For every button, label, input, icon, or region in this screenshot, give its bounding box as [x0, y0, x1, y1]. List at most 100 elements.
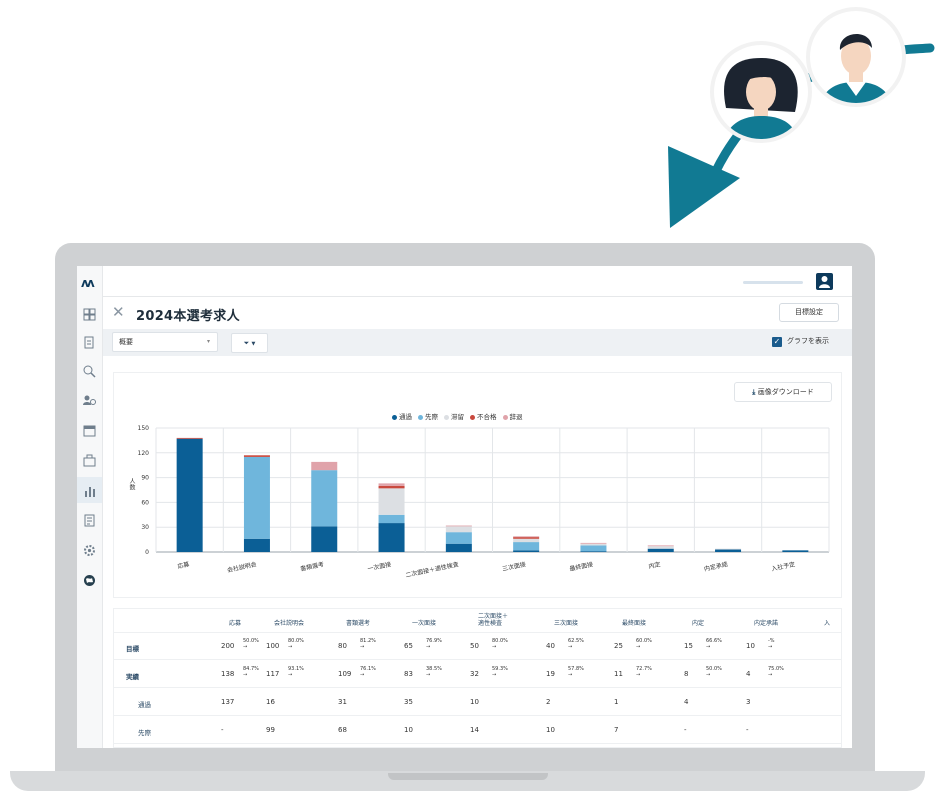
conversion-rate: 50.0% → — [243, 638, 259, 650]
view-select[interactable]: 概要 ▾ — [112, 332, 218, 352]
column-header: 会社説明会 — [274, 620, 305, 627]
bar-segment — [445, 532, 472, 544]
filter-button[interactable]: ⏷ ▼ — [231, 333, 268, 353]
close-icon[interactable]: ✕ — [112, 303, 125, 321]
arrow-right-icon: → — [426, 672, 431, 678]
search-placeholder-bar[interactable] — [743, 281, 803, 284]
bar-segment — [513, 550, 540, 552]
conversion-rate: 38.5% → — [426, 666, 442, 678]
bar-segment — [513, 538, 540, 543]
goal-settings-button[interactable]: 目標設定 — [779, 303, 839, 322]
bar-chart-icon[interactable] — [77, 477, 102, 503]
table-cell: 1 — [614, 698, 619, 706]
x-tick-label: 会社説明会 — [226, 560, 257, 574]
arrow-right-icon: → — [360, 672, 365, 678]
x-tick-label: 応募 — [177, 560, 190, 570]
bar-segment — [378, 514, 405, 524]
column-header: 内定承諾 — [754, 620, 779, 627]
row-label: 目標 — [126, 645, 139, 653]
column-header: 入 — [824, 620, 831, 627]
avatar-woman-icon — [710, 41, 812, 143]
table-cell: 50 — [470, 642, 479, 650]
top-bar — [103, 266, 852, 297]
table-cell: 4 — [684, 698, 689, 706]
filter-caret: ▼ — [251, 341, 256, 347]
y-tick-label: 0 — [145, 549, 149, 556]
table-cell: 4 — [746, 670, 751, 678]
bar-segment — [647, 546, 674, 549]
bar-segment — [445, 525, 472, 527]
table-cell: 68 — [338, 726, 347, 734]
conversion-rate: 76.9% → — [426, 638, 442, 650]
view-select-value: 概要 — [119, 338, 133, 346]
column-header: 内定 — [692, 620, 705, 627]
arrow-right-icon: → — [492, 644, 497, 650]
arrow-right-icon: → — [288, 644, 293, 650]
table-cell: 138 — [221, 670, 235, 678]
bar-segment — [176, 438, 203, 552]
table-cell: 109 — [338, 670, 352, 678]
bar-segment — [513, 542, 540, 551]
table-cell: 32 — [470, 670, 479, 678]
arrow-right-icon: → — [768, 672, 773, 678]
globe-icon[interactable] — [83, 574, 96, 587]
table-cell: 137 — [221, 698, 235, 706]
bar-segment — [311, 461, 338, 471]
briefcase-icon[interactable] — [83, 454, 96, 467]
bar-segment — [782, 550, 809, 552]
column-header: 応募 — [229, 620, 242, 627]
bar-segment — [378, 488, 405, 515]
table-cell: 99 — [266, 726, 275, 734]
users-icon[interactable] — [83, 394, 96, 407]
show-graph-checkbox[interactable]: ✓ — [772, 337, 782, 347]
table-row: 先際 - 99 68 10 14 10 7 - - — [114, 717, 841, 744]
avatar-man-icon — [806, 7, 906, 107]
table-cell: - — [684, 726, 687, 734]
arrow-right-icon: → — [492, 672, 497, 678]
chart-card: ⤓ 画像ダウンロード 通過 先際 滞留 不合格 辞退 人数 0 30 60 90 120 150 応… — [113, 372, 842, 598]
table-cell: 16 — [266, 698, 275, 706]
arrow-head-icon — [668, 146, 740, 228]
conversion-rate: 80.0% → — [288, 638, 304, 650]
conversion-rate: -% → — [768, 638, 775, 650]
y-tick-label: 120 — [138, 450, 150, 457]
table-cell: 3 — [746, 698, 751, 706]
conversion-rate: 81.2% → — [360, 638, 376, 650]
column-header: 最終面接 — [622, 620, 647, 627]
column-header: 書類選考 — [346, 620, 371, 627]
calendar-icon[interactable] — [83, 424, 96, 437]
column-header: 三次面接 — [554, 620, 579, 627]
dashboard-icon[interactable] — [83, 308, 96, 321]
user-account-button[interactable] — [816, 273, 833, 290]
search-person-icon[interactable] — [83, 365, 96, 378]
x-tick-label: 最終面接 — [569, 560, 594, 573]
bar-segment — [243, 538, 270, 552]
table-cell: 83 — [404, 670, 413, 678]
bar-segment — [243, 456, 270, 539]
bar-segment — [580, 551, 607, 552]
page-title: 2024本選考求人 — [136, 309, 240, 324]
app-logo: ᴧᴧ — [81, 276, 95, 290]
conversion-rate: 72.7% → — [636, 666, 652, 678]
table-cell: 15 — [684, 642, 693, 650]
conversion-rate: 60.0% → — [636, 638, 652, 650]
bar-segment — [513, 537, 540, 539]
conversion-rate: 84.7% → — [243, 666, 259, 678]
bar-segment — [311, 470, 338, 527]
bar-segment — [580, 542, 607, 544]
row-label: 通過 — [138, 701, 151, 709]
document-icon[interactable] — [83, 336, 96, 349]
funnel-table: 応募 会社説明会 書類選考 一次面接 二次面接＋ 適性検査 三次面接 最終面接 内定 内定承諾 入… — [113, 608, 842, 748]
gear-icon[interactable] — [83, 544, 96, 557]
conversion-rate: 57.8% → — [568, 666, 584, 678]
table-cell: 10 — [470, 698, 479, 706]
form-icon[interactable] — [83, 514, 96, 527]
table-cell: 8 — [684, 670, 689, 678]
filter-icon: ⏷ — [243, 339, 250, 347]
row-label: 実績 — [126, 673, 139, 681]
table-header: 応募 会社説明会 書類選考 一次面接 二次面接＋ 適性検査 三次面接 最終面接 内定 内定承諾 入 — [114, 609, 841, 633]
x-tick-label: 内定 — [648, 560, 661, 570]
table-cell: 31 — [338, 698, 347, 706]
bar-segment — [378, 483, 405, 486]
x-tick-label: 三次面接 — [501, 560, 526, 573]
